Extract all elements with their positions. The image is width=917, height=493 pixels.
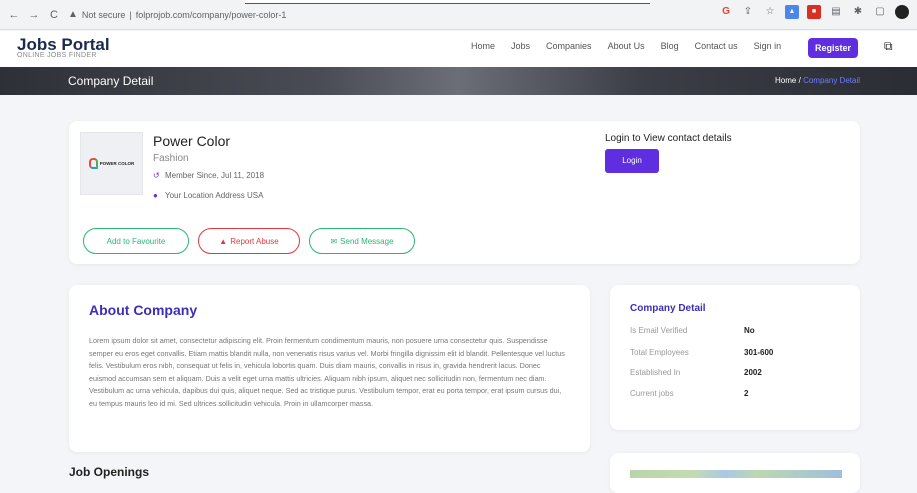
address-bar[interactable]: ▲ Not secure | folprojob.com/company/pow… (68, 4, 718, 26)
logo-mark-icon (88, 158, 98, 169)
history-icon: ↺ (153, 171, 160, 180)
favourite-label: Add to Favourite (106, 236, 166, 246)
page-title: Company Detail (68, 74, 154, 88)
job-openings-heading: Job Openings (69, 465, 150, 479)
add-to-favourite-button[interactable]: Add to Favourite (83, 228, 189, 254)
company-location: ● Your Location Address USA (153, 191, 263, 200)
detail-value: No (744, 326, 755, 335)
member-since-text: Member Since, Jul 11, 2018 (165, 171, 265, 180)
member-since: ↺ Member Since, Jul 11, 2018 (153, 171, 264, 180)
menu-item-signin[interactable]: Sign in (754, 41, 782, 51)
send-message-button[interactable]: ✉ Send Message (309, 228, 415, 254)
detail-value: 301-600 (744, 348, 774, 357)
sidebar-icon[interactable]: ▢ (873, 5, 887, 19)
location-text: Your Location Address USA (165, 191, 264, 200)
detail-value: 2 (744, 389, 749, 398)
security-label: Not secure (81, 9, 126, 20)
menu-item-companies[interactable]: Companies (546, 41, 592, 51)
detail-row: Current jobs 2 (630, 389, 840, 398)
warning-icon: ▲ (68, 9, 78, 20)
detail-row: Total Employees 301-600 (630, 348, 840, 357)
map-card (610, 453, 860, 493)
detail-label: Current jobs (630, 389, 674, 398)
page-banner: Company Detail Home / Company Detail (0, 67, 917, 95)
menu-item-jobs[interactable]: Jobs (511, 41, 530, 51)
login-prompt: Login to View contact details (605, 133, 732, 144)
logo-subtitle: ONLINE JOBS FINDER (17, 52, 97, 59)
breadcrumb-home[interactable]: Home (775, 76, 796, 85)
company-detail-card: Company Detail Is Email Verified No Tota… (610, 285, 860, 430)
separator: | (129, 9, 132, 20)
extension-icon[interactable]: ▤ (829, 5, 843, 19)
login-button[interactable]: Login (605, 149, 659, 173)
main-menu: Home Jobs Companies About Us Blog Contac… (471, 41, 797, 51)
report-abuse-button[interactable]: ▲ Report Abuse (198, 228, 300, 254)
location-pin-icon: ● (153, 191, 158, 200)
company-logo: POWER COLOR (80, 132, 143, 195)
detail-label: Established In (630, 368, 681, 377)
active-tab-indicator (245, 0, 650, 4)
message-label: Send Message (340, 236, 394, 246)
map-image[interactable] (630, 470, 842, 478)
menu-item-home[interactable]: Home (471, 41, 495, 51)
detail-row: Established In 2002 (630, 368, 840, 377)
envelope-icon: ✉ (330, 236, 338, 246)
company-profile-card: POWER COLOR Power Color Fashion ↺ Member… (69, 121, 860, 264)
share-icon[interactable]: ⇪ (741, 5, 755, 19)
back-icon[interactable]: ← (8, 9, 20, 21)
detail-row: Is Email Verified No (630, 326, 840, 335)
detail-value: 2002 (744, 368, 762, 377)
puzzle-icon[interactable]: ✱ (851, 5, 865, 19)
bookmark-star-icon[interactable]: ☆ (763, 5, 777, 19)
detail-label: Total Employees (630, 348, 689, 357)
detail-label: Is Email Verified (630, 326, 688, 335)
site-header: Jobs Portal ONLINE JOBS FINDER Home Jobs… (0, 31, 917, 67)
breadcrumb-current: Company Detail (803, 76, 860, 85)
logo-title: Jobs Portal (17, 35, 110, 54)
about-title: About Company (89, 302, 198, 318)
about-text: Lorem ipsum dolor sit amet, consectetur … (89, 336, 565, 408)
site-logo[interactable]: Jobs Portal ONLINE JOBS FINDER (17, 35, 110, 59)
extension-icon[interactable]: ▲ (785, 5, 799, 19)
url-text: folprojob.com/company/power-color-1 (135, 9, 287, 20)
menu-item-about[interactable]: About Us (608, 41, 645, 51)
menu-item-contact[interactable]: Contact us (695, 41, 738, 51)
reload-icon[interactable]: C (48, 9, 60, 21)
translate-icon[interactable]: ⧉ (884, 39, 900, 55)
company-name: Power Color (153, 133, 231, 149)
about-company-card: About Company Lorem ipsum dolor sit amet… (69, 285, 590, 452)
register-button[interactable]: Register (808, 38, 858, 58)
company-logo-text: POWER COLOR (99, 161, 135, 166)
google-icon[interactable]: G (719, 5, 733, 19)
warning-icon: ▲ (219, 236, 228, 246)
browser-toolbar: ← → C ▲ Not secure | folprojob.com/compa… (0, 0, 917, 30)
report-label: Report Abuse (230, 236, 279, 246)
breadcrumb-separator: / (798, 76, 801, 85)
menu-item-blog[interactable]: Blog (661, 41, 679, 51)
breadcrumb: Home / Company Detail (775, 76, 860, 85)
forward-icon[interactable]: → (28, 9, 40, 21)
extension-icon[interactable]: ■ (807, 5, 821, 19)
browser-extensions: G ⇪ ☆ ▲ ■ ▤ ✱ ▢ (719, 5, 909, 19)
detail-title: Company Detail (630, 303, 706, 314)
profile-avatar[interactable] (895, 5, 909, 19)
company-category: Fashion (153, 153, 189, 164)
